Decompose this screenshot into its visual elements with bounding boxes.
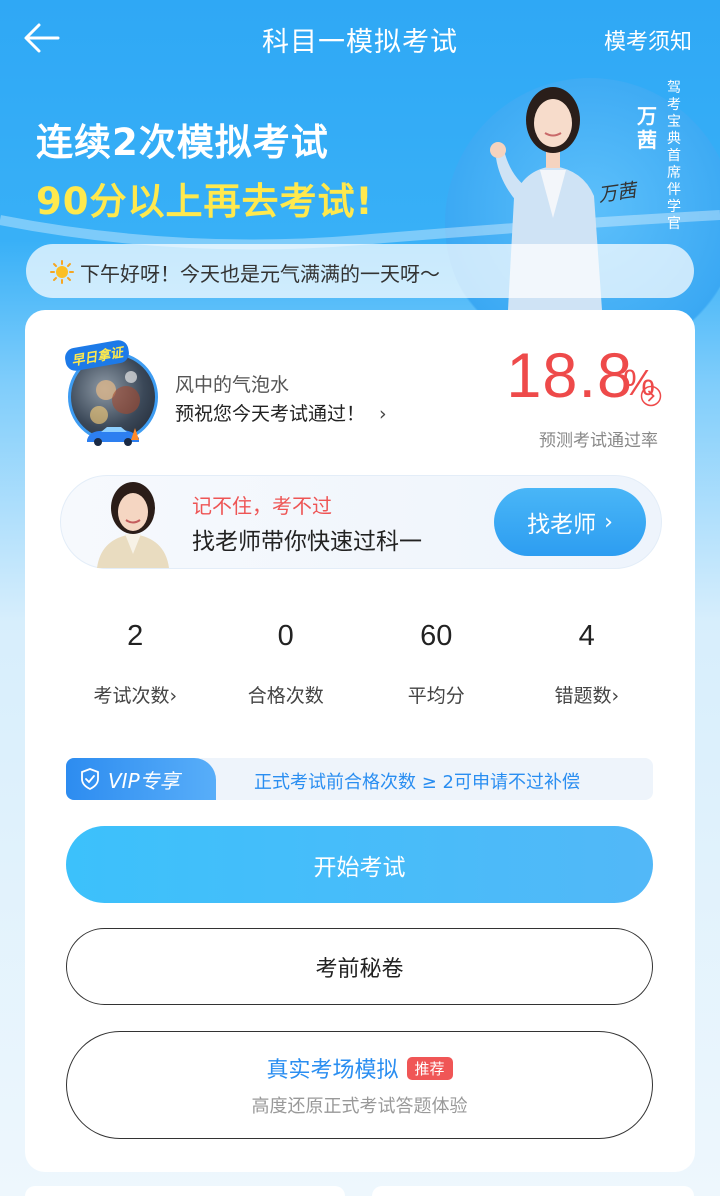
teacher-slogan: 记不住，考不过 bbox=[192, 494, 332, 518]
stat-label: 合格次数 bbox=[247, 685, 324, 707]
start-exam-button[interactable]: 开始考试 bbox=[66, 826, 653, 903]
pre-exam-papers-button[interactable]: 考前秘卷 bbox=[66, 928, 653, 1005]
shield-icon bbox=[81, 768, 99, 790]
vip-benefit-text: 正式考试前合格次数 ≥ 2可申请不过补偿 bbox=[254, 772, 580, 793]
pass-rate-value: 18.8 bbox=[506, 341, 633, 411]
stat-value: 2 bbox=[127, 620, 144, 652]
greeting-text: 下午好呀！今天也是元气满满的一天呀～ bbox=[80, 262, 440, 286]
real-exam-title-row: 真实考场模拟 推荐 bbox=[67, 1052, 652, 1084]
stat-average-score: 60 平均分 bbox=[361, 615, 512, 715]
real-exam-title: 真实考场模拟 bbox=[266, 1058, 399, 1083]
chevron-right-icon: › bbox=[169, 685, 178, 707]
chevron-right-icon: › bbox=[604, 509, 613, 535]
exam-stats: 2 考试次数› 0 合格次数 60 平均分 4 错题数› bbox=[60, 615, 662, 715]
user-avatar-group[interactable]: 早日拿证 bbox=[63, 338, 163, 446]
chevron-right-icon: › bbox=[611, 685, 620, 707]
stat-pass-count: 0 合格次数 bbox=[211, 615, 362, 715]
find-teacher-banner[interactable]: 记不住，考不过 找老师带你快速过科一 找老师 › bbox=[60, 475, 662, 569]
real-exam-subtitle: 高度还原正式考试答题体验 bbox=[251, 1096, 468, 1117]
hero-subheadline: 90分以上再去考试! bbox=[36, 180, 374, 223]
pass-rate-label: 预测考试通过率 bbox=[539, 431, 658, 451]
vip-benefit-bar[interactable]: VIP专享 正式考试前合格次数 ≥ 2可申请不过补偿 bbox=[66, 758, 653, 800]
bottom-card-left bbox=[25, 1186, 345, 1196]
sun-icon bbox=[50, 260, 74, 284]
stat-label: 平均分 bbox=[407, 685, 465, 707]
car-icon bbox=[87, 427, 139, 446]
hero-headline: 连续2次模拟考试 bbox=[36, 121, 329, 164]
stat-value: 4 bbox=[578, 620, 595, 652]
real-exam-simulation-button[interactable]: 真实考场模拟 推荐 高度还原正式考试答题体验 bbox=[66, 1031, 653, 1139]
pass-rate-detail-icon[interactable] bbox=[640, 385, 662, 407]
vip-tag: VIP专享 bbox=[66, 758, 216, 800]
stat-value: 60 bbox=[420, 620, 453, 652]
instructor-name: 万茜 bbox=[637, 104, 657, 152]
instructor-role: 驾考宝典首席伴学官 bbox=[667, 80, 681, 232]
stat-value: 0 bbox=[277, 620, 294, 652]
chevron-right-icon: › bbox=[379, 403, 387, 425]
stat-wrong-count[interactable]: 4 错题数› bbox=[512, 615, 663, 715]
wish-text: 预祝您今天考试通过！ bbox=[175, 403, 366, 425]
stat-exam-count[interactable]: 2 考试次数› bbox=[60, 615, 211, 715]
bottom-card-right bbox=[372, 1186, 694, 1196]
teacher-description: 找老师带你快速过科一 bbox=[192, 529, 422, 555]
instructor-signature: 万茜 bbox=[596, 179, 638, 207]
stat-label: 错题数 bbox=[554, 685, 612, 707]
vip-tag-label: VIP专享 bbox=[108, 768, 180, 793]
exam-notice-link[interactable]: 模考须知 bbox=[604, 24, 692, 56]
stat-label: 考试次数 bbox=[93, 685, 170, 707]
top-bar: 科目一模拟考试 模考须知 bbox=[0, 0, 720, 78]
wish-link[interactable]: 预祝您今天考试通过！ › bbox=[175, 399, 387, 426]
recommend-badge: 推荐 bbox=[406, 1057, 453, 1080]
username: 风中的气泡水 bbox=[175, 374, 290, 396]
greeting-bar: 下午好呀！今天也是元气满满的一天呀～ bbox=[26, 244, 694, 298]
find-teacher-button[interactable]: 找老师 › bbox=[494, 488, 646, 556]
exam-card: 早日拿证 风中的气泡水 预祝您今天考试通过！ › 18.8 % 预测考试通过率 记… bbox=[25, 310, 695, 1172]
teacher-portrait bbox=[97, 482, 169, 568]
find-teacher-label: 找老师 bbox=[527, 512, 597, 538]
